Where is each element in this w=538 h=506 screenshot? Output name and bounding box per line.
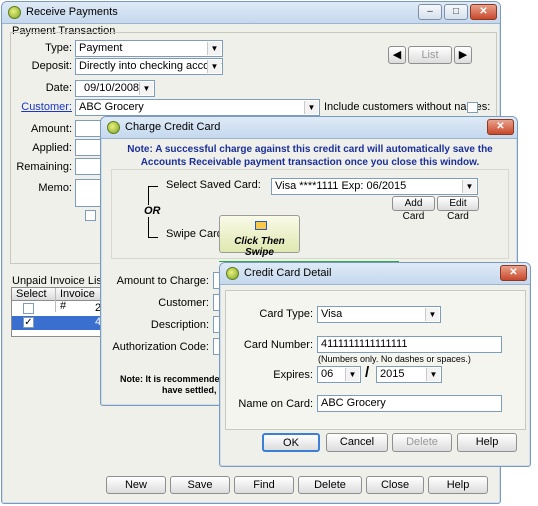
chevron-down-icon[interactable]: ▼: [345, 368, 359, 381]
customer-label: Customer:: [158, 297, 209, 309]
or-label: OR: [143, 205, 162, 217]
card-type-label: Card Type:: [259, 308, 313, 320]
app-icon: [8, 6, 21, 19]
type-select[interactable]: Payment ▼: [75, 40, 223, 57]
app-icon: [226, 267, 239, 280]
deposit-label: Deposit:: [31, 60, 72, 72]
charge-note: Note: A successful charge against this c…: [127, 144, 493, 168]
chevron-down-icon[interactable]: ▼: [425, 308, 439, 321]
description-label: Description:: [150, 319, 209, 331]
type-value: Payment: [79, 42, 123, 54]
credit-card-icon: [255, 221, 267, 230]
name-on-card-label: Name on Card:: [238, 398, 313, 410]
delete-button[interactable]: Delete: [298, 476, 362, 494]
chevron-down-icon[interactable]: ▼: [139, 82, 153, 95]
find-button[interactable]: Find: [234, 476, 294, 494]
card-number-hint: (Numbers only. No dashes or spaces.): [318, 354, 471, 364]
chevron-down-icon[interactable]: ▼: [207, 42, 221, 55]
cancel-button[interactable]: Cancel: [326, 433, 388, 452]
amount-label: Amount:: [31, 123, 72, 135]
authorization-code-label: Authorization Code:: [112, 341, 209, 353]
ok-button[interactable]: OK: [262, 433, 320, 452]
minimize-icon[interactable]: –: [418, 4, 442, 20]
swipe-button-label: Click Then Swipe: [234, 236, 285, 258]
deposit-value: Directly into checking account: [79, 60, 223, 72]
saved-card-label: Select Saved Card:: [166, 179, 261, 191]
expires-month-select[interactable]: 06 ▼: [317, 366, 361, 383]
swipe-button[interactable]: Click Then Swipe: [219, 215, 300, 258]
expires-year-value: 2015: [380, 368, 405, 380]
card-number-input[interactable]: 4111111111111111: [317, 336, 502, 353]
customer-link[interactable]: Customer:: [12, 101, 72, 113]
maximize-icon[interactable]: □: [444, 4, 468, 20]
delete-card-button[interactable]: Delete: [392, 433, 452, 452]
expires-label: Expires:: [273, 369, 313, 381]
chevron-down-icon[interactable]: ▼: [426, 368, 440, 381]
card-type-value: Visa: [321, 308, 343, 320]
charge-card-title: Charge Credit Card: [125, 121, 221, 133]
list-button[interactable]: List: [408, 46, 452, 64]
receive-payments-titlebar[interactable]: Receive Payments – □ ✕: [2, 2, 500, 24]
table-row[interactable]: 2: [12, 302, 102, 316]
date-value: 09/10/2008: [84, 82, 140, 94]
amount-to-charge-label: Amount to Charge:: [116, 275, 209, 287]
remaining-label: Remaining:: [16, 161, 72, 173]
deposit-select[interactable]: Directly into checking account ▼: [75, 58, 223, 75]
saved-card-select[interactable]: Visa ****1111 Exp: 06/2015 ▼: [271, 178, 478, 195]
name-on-card-input[interactable]: ABC Grocery: [317, 395, 502, 412]
window-title: Receive Payments: [26, 6, 118, 18]
invoice-table: Select Invoice # 2 ✓ 4: [11, 287, 103, 337]
app-icon: [107, 121, 120, 134]
table-row[interactable]: ✓ 4: [12, 316, 102, 330]
card-detail-titlebar[interactable]: Credit Card Detail ✕: [220, 263, 530, 285]
edit-card-button[interactable]: Edit Card: [437, 196, 479, 222]
help-button[interactable]: Help: [457, 433, 517, 452]
date-label: Date:: [45, 82, 72, 94]
table-header-row: Select Invoice #: [12, 288, 102, 312]
help-button[interactable]: Help: [428, 476, 488, 494]
save-button[interactable]: Save: [170, 476, 230, 494]
close-icon[interactable]: ✕: [487, 119, 514, 135]
add-card-button[interactable]: Add Card: [392, 196, 435, 222]
include-customers-label: Include customers without names:: [324, 101, 491, 113]
expires-separator: /: [365, 364, 370, 381]
swipe-card-label: Swipe Card: [166, 228, 223, 240]
applied-label: Applied:: [32, 142, 72, 154]
close-button[interactable]: Close: [366, 476, 424, 494]
customer-select[interactable]: ABC Grocery ▼: [75, 99, 320, 116]
row-select-checkbox[interactable]: [23, 303, 34, 314]
chevron-down-icon[interactable]: ▼: [304, 101, 318, 114]
card-number-label: Card Number:: [243, 339, 313, 351]
chevron-down-icon[interactable]: ▼: [207, 60, 221, 73]
column-header-select[interactable]: Select: [16, 288, 47, 300]
next-arrow-button[interactable]: ▶: [454, 46, 472, 64]
name-on-card-value: ABC Grocery: [321, 397, 386, 409]
card-detail-title: Credit Card Detail: [244, 267, 332, 279]
saved-card-value: Visa ****1111 Exp: 06/2015: [275, 180, 407, 192]
credit-card-detail-window: Credit Card Detail ✕ Card Type: Visa ▼ C…: [219, 262, 531, 467]
new-button[interactable]: New: [106, 476, 166, 494]
close-icon[interactable]: ✕: [500, 265, 527, 281]
close-icon[interactable]: ✕: [470, 4, 497, 20]
customer-value: ABC Grocery: [79, 101, 144, 113]
expires-month-value: 06: [321, 368, 334, 380]
previous-arrow-button[interactable]: ◀: [388, 46, 406, 64]
memo-option-checkbox[interactable]: [85, 210, 96, 221]
charge-card-titlebar[interactable]: Charge Credit Card ✕: [101, 117, 517, 139]
type-label: Type:: [45, 42, 72, 54]
expires-year-select[interactable]: 2015 ▼: [376, 366, 442, 383]
memo-label: Memo:: [38, 182, 72, 194]
date-picker[interactable]: 09/10/2008 ▼: [75, 80, 155, 97]
card-type-select[interactable]: Visa ▼: [317, 306, 441, 323]
row-select-checkbox[interactable]: ✓: [23, 317, 34, 328]
card-number-value: 4111111111111111: [321, 338, 408, 350]
include-customers-checkbox[interactable]: [467, 102, 478, 113]
chevron-down-icon[interactable]: ▼: [462, 180, 476, 193]
